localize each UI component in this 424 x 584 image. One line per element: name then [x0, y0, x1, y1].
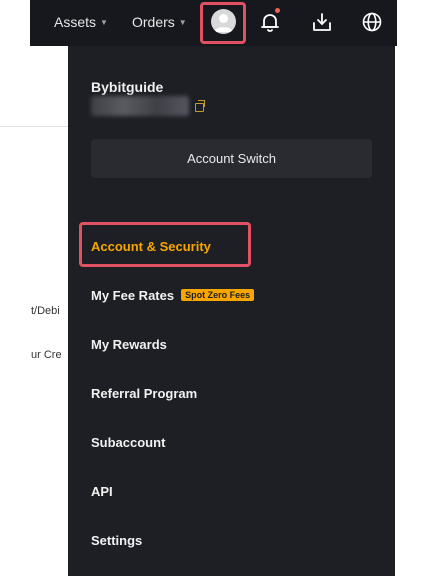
promo-badge: Spot Zero Fees — [181, 289, 255, 301]
top-navigation-bar: Assets ▼ Orders ▼ — [0, 0, 397, 46]
menu-item-label: My Fee Rates — [91, 288, 175, 303]
menu-item-settings[interactable]: Settings — [91, 533, 142, 548]
account-security-highlight-box — [79, 222, 251, 267]
caret-down-icon: ▼ — [100, 17, 108, 27]
background-page — [397, 490, 424, 584]
avatar-highlight-box — [200, 2, 246, 44]
download-icon[interactable] — [311, 11, 333, 33]
account-switch-label: Account Switch — [187, 151, 276, 166]
background-text: t/Debi — [31, 305, 60, 317]
menu-item-referral[interactable]: Referral Program — [91, 386, 197, 401]
copy-icon[interactable] — [195, 100, 205, 112]
orders-menu[interactable]: Orders ▼ — [132, 14, 187, 30]
caret-down-icon: ▼ — [178, 17, 187, 27]
bell-icon[interactable] — [259, 11, 281, 33]
background-text: ur Cre — [31, 349, 62, 361]
notification-dot — [275, 8, 280, 13]
background-page: t/Debi ur Cre — [0, 46, 68, 584]
divider — [0, 126, 68, 127]
globe-icon[interactable] — [361, 11, 383, 33]
assets-label: Assets — [54, 14, 97, 30]
uid-redacted — [91, 96, 189, 116]
menu-item-api[interactable]: API — [91, 484, 113, 499]
assets-menu[interactable]: Assets ▼ — [54, 14, 108, 30]
menu-item-fee-rates[interactable]: My Fee Rates Spot Zero Fees — [91, 288, 255, 303]
username: Bybitguide — [91, 79, 164, 95]
account-dropdown-menu: Bybitguide Account Switch Account & Secu… — [68, 46, 395, 576]
account-switch-button[interactable]: Account Switch — [91, 139, 372, 178]
menu-item-subaccount[interactable]: Subaccount — [91, 435, 165, 450]
orders-label: Orders — [132, 14, 175, 30]
menu-item-rewards[interactable]: My Rewards — [91, 337, 167, 352]
